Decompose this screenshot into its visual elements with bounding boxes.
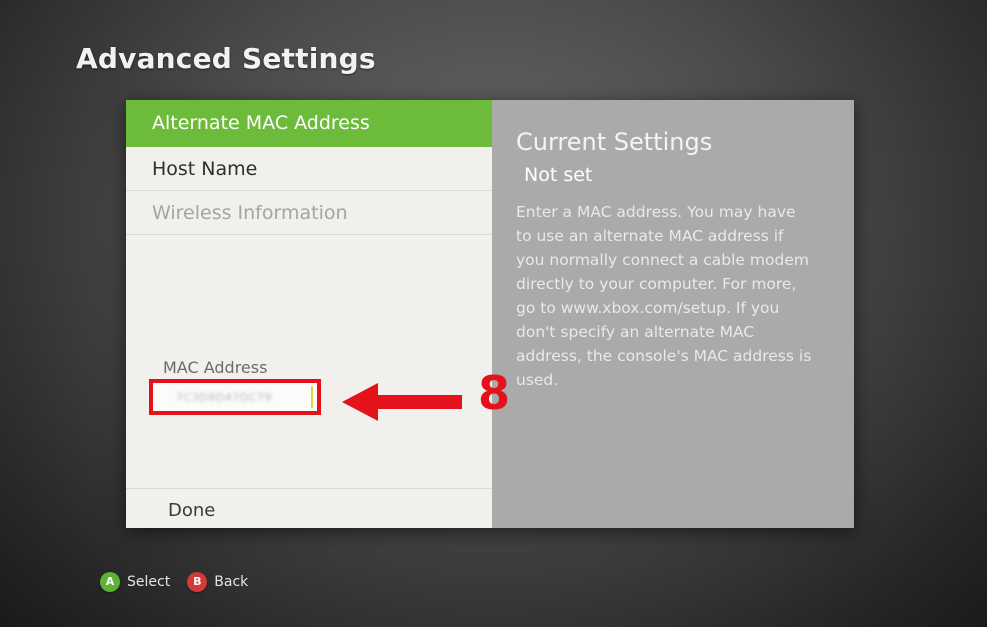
mac-address-field-inner: 7C3D8D47DC79 (156, 386, 313, 408)
current-settings-title: Current Settings (516, 128, 713, 156)
select-button-hint[interactable]: A Select (100, 571, 171, 592)
help-description: Enter a MAC address. You may have to use… (516, 203, 812, 389)
divider (126, 488, 492, 489)
menu-item-wireless-information: Wireless Information (126, 191, 492, 235)
page-title: Advanced Settings (76, 42, 376, 75)
done-button[interactable]: Done (168, 500, 215, 521)
settings-dialog: Alternate MAC Address Host Name Wireless… (126, 100, 854, 528)
back-label: Back (214, 573, 249, 590)
b-button-icon: B (187, 571, 208, 592)
select-label: Select (127, 573, 171, 590)
mac-address-value: 7C3D8D47DC79 (176, 391, 272, 404)
info-panel: Current Settings Not set Enter a MAC add… (492, 100, 854, 528)
current-settings-value: Not set (524, 164, 593, 186)
mac-address-input[interactable]: 7C3D8D47DC79 (149, 379, 321, 415)
back-button-hint[interactable]: B Back (187, 571, 249, 592)
controller-hints: A Select B Back (100, 570, 260, 592)
a-button-icon: A (100, 571, 120, 592)
menu-item-host-name[interactable]: Host Name (126, 147, 492, 191)
menu-item-alternate-mac-address[interactable]: Alternate MAC Address (126, 100, 492, 147)
annotation-step-number: 8 (478, 366, 511, 420)
mac-address-label: MAC Address (163, 358, 268, 377)
annotation-arrow-icon (342, 383, 462, 421)
options-panel: Alternate MAC Address Host Name Wireless… (126, 100, 492, 528)
